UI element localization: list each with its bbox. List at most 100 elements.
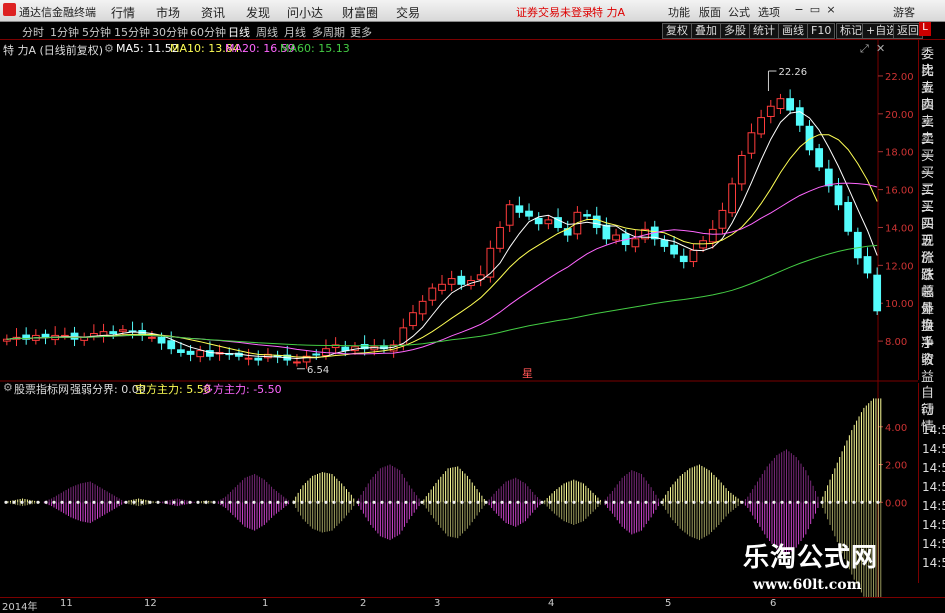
zero-line-dot	[676, 500, 680, 504]
kline-chart[interactable]: 22.00 20.00 18.00 16.00 14.00 12.00 10.00 8.00 2…	[0, 39, 918, 599]
zero-line-dot	[228, 500, 232, 504]
app-logo-icon	[3, 3, 16, 16]
candle-body	[757, 117, 766, 135]
close-panel-icon[interactable]: ✕	[876, 42, 885, 55]
period-tab[interactable]: 月线	[284, 24, 306, 40]
indicator-settings-icon[interactable]: ⚙	[3, 381, 13, 394]
period-tab[interactable]: 多周期	[312, 24, 345, 40]
zero-line-dot	[500, 500, 504, 504]
menu-news[interactable]: 资讯	[201, 4, 225, 21]
period-tab[interactable]: 60分钟	[190, 24, 226, 40]
candle-body	[824, 168, 833, 187]
zero-line-dot	[820, 500, 824, 504]
candle-body	[496, 226, 504, 249]
zero-line-dot	[108, 500, 112, 504]
watermark-url: www.60lt.com	[753, 577, 862, 593]
current-stock: 特 力A	[592, 6, 626, 19]
menu-formula[interactable]: 公式	[728, 4, 750, 20]
zero-line-dot	[508, 500, 512, 504]
period-tab[interactable]: 30分钟	[152, 24, 188, 40]
zero-line-dot	[260, 500, 264, 504]
guest-user[interactable]: 游客	[893, 4, 915, 20]
zero-line-dot	[860, 500, 864, 504]
candle-body	[177, 349, 185, 353]
zero-line-dot	[836, 500, 840, 504]
date-tick: 2014年	[2, 602, 38, 613]
date-tick: 4	[548, 598, 555, 609]
zero-line-dot	[484, 500, 488, 504]
zero-line-dot	[324, 500, 328, 504]
zero-line-dot	[60, 500, 64, 504]
zero-line-dot	[28, 500, 32, 504]
menu-discover[interactable]: 发现	[246, 4, 270, 21]
zero-line-dot	[468, 500, 472, 504]
zero-line-dot	[156, 500, 160, 504]
menu-options[interactable]: 选项	[758, 4, 780, 20]
period-tab[interactable]: 1分钟	[50, 24, 79, 40]
zero-line-dot	[100, 500, 104, 504]
candle-body	[786, 98, 795, 111]
zero-line-dot	[804, 500, 808, 504]
candle-body	[428, 287, 437, 301]
high-label: 22.26	[778, 67, 807, 78]
zero-line-dot	[172, 500, 176, 504]
candle-body	[853, 231, 862, 259]
zero-line-dot	[164, 500, 168, 504]
tick-time: 14:50	[922, 537, 945, 551]
toolbar-button[interactable]: 叠加	[691, 23, 721, 39]
quote-side-panel: L 委比 卖五 卖四 卖三 卖二 卖一 买一 买二 买三 买四 买五 现价 涨跌…	[918, 22, 945, 385]
zero-line-dot	[644, 500, 648, 504]
candle-body	[457, 275, 466, 285]
ma20-line	[6, 182, 878, 355]
candle-body	[844, 201, 853, 232]
toolbar-button[interactable]: F10	[807, 23, 836, 39]
menu-market[interactable]: 市场	[156, 4, 180, 21]
period-tab[interactable]: 分时	[22, 24, 44, 40]
close-icon[interactable]: ×	[824, 3, 838, 16]
price-axis-label: 10.00	[885, 299, 914, 310]
zero-line-dot	[868, 500, 872, 504]
menu-quotes[interactable]: 行情	[111, 4, 135, 21]
menu-ask[interactable]: 问小达	[287, 4, 323, 21]
tick-time: 14:50	[922, 480, 945, 494]
zero-line-dot	[76, 500, 80, 504]
login-warning[interactable]: 证券交易未登录	[516, 4, 593, 20]
period-tab[interactable]: 更多	[350, 24, 372, 40]
candle-body	[447, 278, 456, 285]
zero-line-dot	[340, 500, 344, 504]
menu-function[interactable]: 功能	[668, 4, 690, 20]
zero-line-dot	[244, 500, 248, 504]
zero-line-dot	[372, 500, 376, 504]
menu-wealth[interactable]: 财富圈	[342, 4, 378, 21]
candle-body	[670, 244, 678, 255]
period-tab-active[interactable]: 日线	[228, 24, 250, 40]
restore-icon[interactable]: ▭	[808, 3, 822, 16]
period-tab[interactable]: 5分钟	[82, 24, 111, 40]
zero-line-dot	[4, 500, 8, 504]
toolbar-button[interactable]: 统计	[749, 23, 779, 39]
zero-line-dot	[628, 500, 632, 504]
minimize-icon[interactable]: −	[792, 3, 806, 16]
period-tab[interactable]: 15分钟	[114, 24, 150, 40]
zero-line-dot	[204, 500, 208, 504]
menu-trade[interactable]: 交易	[396, 4, 420, 21]
zero-line-dot	[332, 500, 336, 504]
expand-icon[interactable]: ⤢	[860, 42, 869, 56]
period-tab[interactable]: 周线	[256, 24, 278, 40]
menu-layout[interactable]: 版面	[699, 4, 721, 20]
zero-line-dot	[404, 500, 408, 504]
ma60-line	[6, 244, 878, 347]
candle-body	[737, 154, 746, 185]
tick-time: 14:50	[922, 461, 945, 475]
tick-time: 14:50	[922, 499, 945, 513]
price-axis-label: 18.00	[885, 148, 914, 159]
candle-body	[525, 210, 533, 217]
toolbar-button[interactable]: 多股	[720, 23, 750, 39]
settings-icon[interactable]: ⚙	[104, 42, 114, 55]
toolbar-button[interactable]: 画线	[778, 23, 808, 39]
toolbar-button[interactable]: 复权	[662, 23, 692, 39]
zero-line-dot	[764, 500, 768, 504]
zero-line-dot	[700, 500, 704, 504]
zero-line-dot	[668, 500, 672, 504]
date-tick: 3	[434, 598, 441, 609]
